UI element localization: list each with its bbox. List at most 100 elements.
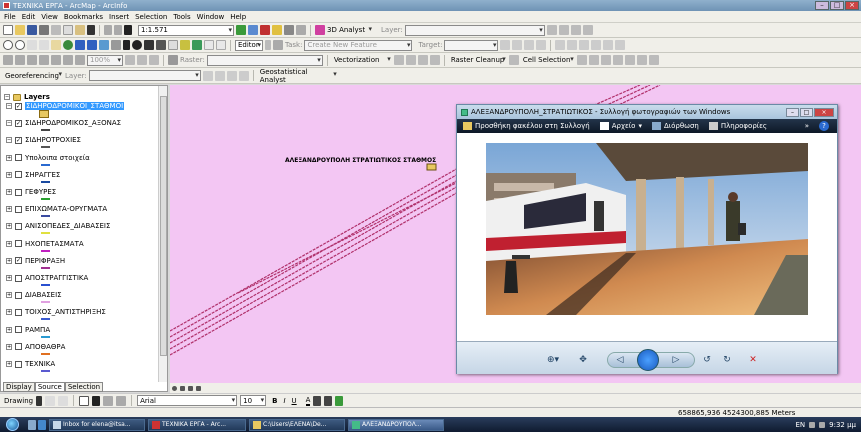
layer-visibility-checkbox[interactable] — [15, 343, 22, 351]
vectorize-tool-icon[interactable] — [393, 55, 404, 65]
sketch-properties-icon[interactable] — [536, 40, 547, 50]
select-features-icon[interactable] — [99, 40, 109, 50]
model-builder-icon[interactable] — [284, 25, 294, 35]
raster-cleanup-menu[interactable]: Raster Cleanup — [449, 55, 507, 66]
text-tool-icon[interactable] — [92, 395, 101, 406]
scale-dropdown[interactable]: 1:1.571 — [138, 24, 234, 36]
expand-toggle[interactable]: + — [6, 171, 12, 178]
data-view-icon[interactable] — [172, 385, 177, 391]
back-extent-icon[interactable] — [75, 40, 85, 50]
start-button[interactable] — [0, 417, 24, 432]
3d-tool-icon[interactable] — [546, 25, 557, 35]
layer-visibility-checkbox[interactable] — [15, 222, 22, 230]
layer-visibility-checkbox[interactable]: ✓ — [15, 119, 22, 127]
layer-item[interactable]: + ✓ ΠΕΡΙΦΡΑΞΗ — [6, 257, 65, 265]
file-menu[interactable]: Αρχείο ▾ — [599, 122, 642, 130]
save-icon[interactable] — [27, 25, 37, 35]
redo-icon[interactable] — [114, 25, 122, 35]
vectorization-menu[interactable]: Vectorization — [332, 55, 392, 66]
html-popup-icon[interactable] — [180, 40, 190, 50]
fill-color-icon[interactable] — [313, 395, 322, 406]
callout-icon[interactable] — [103, 395, 114, 406]
help-button[interactable]: ? — [819, 121, 829, 131]
raster-dropdown[interactable] — [206, 54, 323, 66]
layout-tool-icon[interactable] — [615, 40, 626, 50]
fixed-zoom-out-icon[interactable] — [39, 40, 49, 50]
select-elements-icon[interactable] — [123, 40, 130, 50]
delete-icon[interactable] — [87, 25, 95, 35]
edit-tool-icon[interactable] — [265, 40, 271, 50]
cell-tool-icon[interactable] — [576, 55, 587, 65]
undo-icon[interactable] — [104, 25, 112, 35]
layout-view-icon[interactable] — [180, 385, 185, 391]
forward-extent-icon[interactable] — [87, 40, 97, 50]
minimize-button[interactable]: – — [815, 1, 829, 10]
menu-edit[interactable]: Edit — [22, 13, 36, 21]
editor-menu[interactable]: Editor — [235, 39, 263, 51]
command-line-icon[interactable] — [272, 25, 282, 35]
layer-visibility-checkbox[interactable] — [15, 326, 22, 334]
expand-toggle[interactable]: + — [6, 361, 12, 367]
layer-visibility-checkbox[interactable] — [15, 240, 22, 248]
time-slider-icon[interactable] — [192, 40, 202, 50]
menu-selection[interactable]: Selection — [135, 13, 167, 21]
more-button[interactable]: » — [805, 122, 809, 130]
georeferencing-menu[interactable]: Georeferencing — [3, 70, 63, 81]
layer-visibility-checkbox[interactable]: ✓ — [15, 136, 22, 144]
zoom-out-icon[interactable] — [15, 40, 25, 50]
cell-tool-icon[interactable] — [600, 55, 611, 65]
georef-tool-icon[interactable] — [214, 70, 225, 81]
zoom-percent-dropdown[interactable]: 100% — [87, 54, 123, 66]
rotate-icon[interactable] — [45, 395, 56, 406]
photo-minimize-button[interactable]: – — [786, 107, 799, 117]
layer-item[interactable]: − ✓ ΣΙΔΗΡΟΤΡΟΧΙΕΣ — [6, 136, 81, 144]
cleanup-tool-icon[interactable] — [508, 55, 519, 65]
photo-maximize-button[interactable]: □ — [800, 107, 813, 117]
attributes-icon[interactable] — [524, 40, 535, 50]
layer-visibility-checkbox[interactable] — [15, 360, 22, 368]
focus-dataframe-icon[interactable] — [137, 55, 147, 65]
hyperlink-icon[interactable] — [168, 40, 178, 50]
edit-vertices-icon[interactable] — [116, 395, 127, 406]
georef-tool-icon[interactable] — [226, 70, 237, 81]
3d-tool-icon[interactable] — [582, 25, 593, 35]
layer-item[interactable]: − ✓ ΣΙΔΗΡΟΔΡΟΜΙΚΟΣ_ΑΞΟΝΑΣ — [6, 119, 121, 127]
menu-window[interactable]: Window — [197, 13, 225, 21]
cell-tool-icon[interactable] — [612, 55, 623, 65]
3d-layer-dropdown[interactable] — [404, 24, 545, 36]
taskbar-item[interactable]: ΑΛΕΞΑΝΔΡΟΥΠΟΛ... — [348, 418, 444, 431]
3d-analyst-menu[interactable]: 3D Analyst — [327, 25, 373, 36]
font-size-dropdown[interactable]: 10 — [240, 395, 267, 406]
layer-visibility-checkbox[interactable]: ✓ — [15, 257, 22, 265]
identify-icon[interactable] — [132, 40, 142, 50]
cell-tool-icon[interactable] — [636, 55, 647, 65]
expand-toggle[interactable]: + — [6, 189, 12, 195]
layer-visibility-checkbox[interactable] — [15, 274, 22, 282]
toc-scrollbar[interactable] — [158, 86, 167, 382]
rotate-left-icon[interactable]: ↺ — [701, 353, 713, 367]
layout-back-icon[interactable] — [63, 55, 73, 65]
italic-button[interactable]: I — [283, 397, 285, 405]
layer-visibility-checkbox[interactable]: ✓ — [15, 102, 22, 110]
expand-toggle[interactable]: + — [6, 309, 12, 316]
network-icon[interactable] — [809, 421, 816, 428]
vectorize-tool-icon[interactable] — [417, 55, 428, 65]
expand-toggle[interactable]: + — [6, 292, 12, 299]
drawing-menu[interactable]: Drawing — [4, 397, 33, 405]
font-dropdown[interactable]: Arial — [137, 395, 238, 406]
task-dropdown[interactable]: Create New Feature — [304, 39, 413, 51]
arctoolbox-icon[interactable] — [248, 25, 258, 35]
taskbar-item[interactable]: ΤΕΧΝΙΚΑ ΕΡΓΑ - Arc... — [148, 418, 246, 431]
cell-selection-menu[interactable]: Cell Selection — [521, 55, 575, 66]
rotate-tool-icon[interactable] — [512, 40, 523, 50]
expand-toggle[interactable]: + — [6, 240, 12, 247]
swipe-icon[interactable] — [216, 40, 226, 50]
station-marker[interactable] — [426, 163, 437, 171]
expand-toggle[interactable]: + — [6, 223, 12, 230]
clock[interactable]: 9:32 μμ — [829, 421, 856, 429]
layout-zoom-out-icon[interactable] — [15, 55, 25, 65]
zoom-in-icon[interactable] — [3, 40, 13, 50]
layer-item[interactable]: + ΡΑΜΠΑ — [6, 326, 50, 334]
expand-toggle[interactable]: + — [6, 154, 12, 161]
change-layout-icon[interactable] — [149, 55, 159, 65]
